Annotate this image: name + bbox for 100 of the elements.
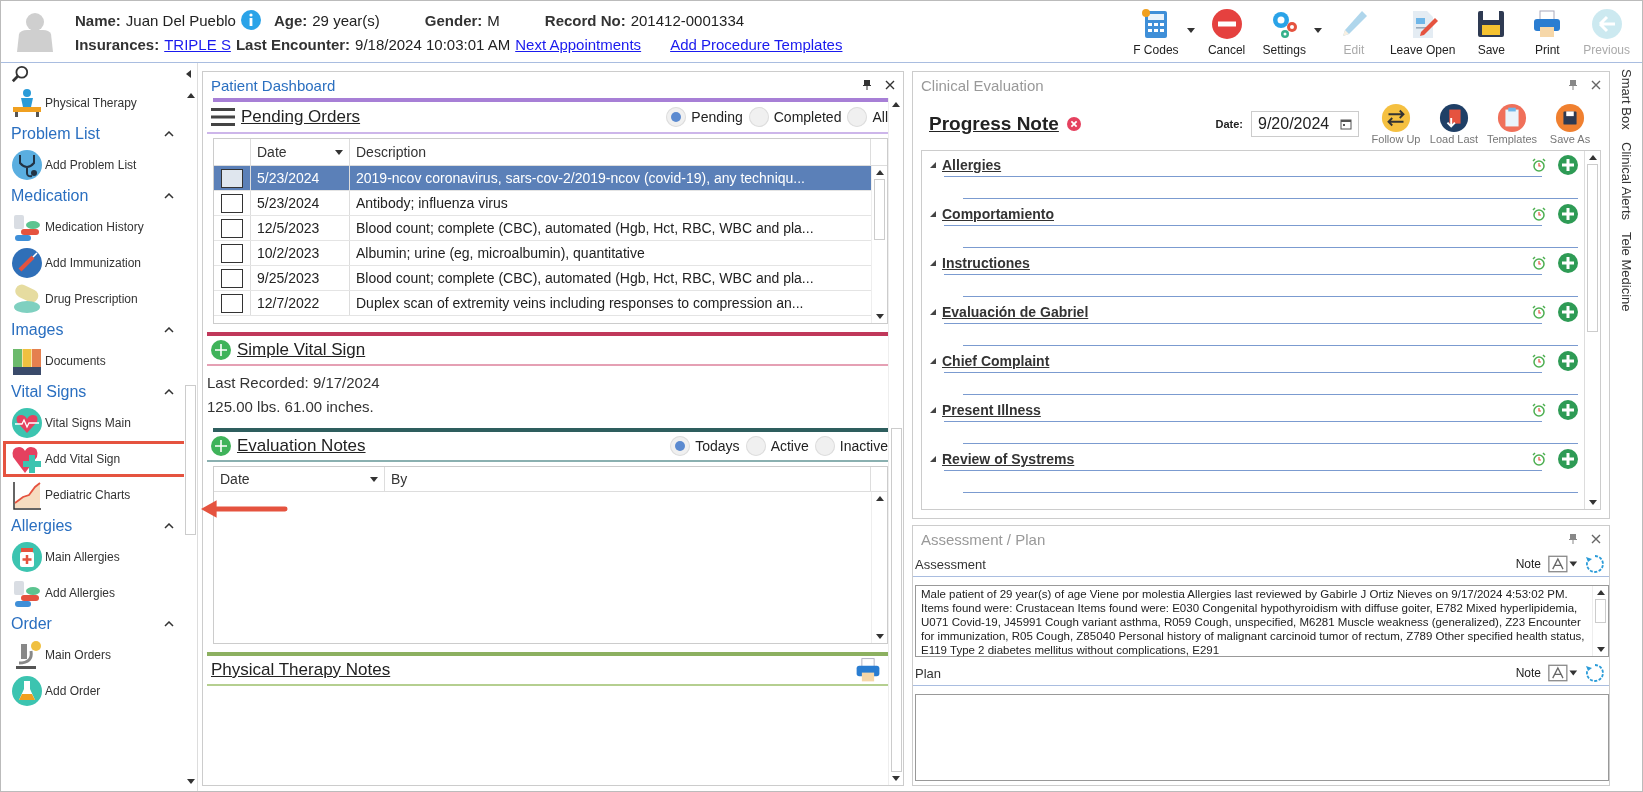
checkbox[interactable] xyxy=(221,268,243,288)
sidebar-item[interactable]: Documents xyxy=(3,343,184,379)
action-button[interactable]: Load Last xyxy=(1425,103,1483,145)
info-icon[interactable] xyxy=(240,10,261,30)
side-tab[interactable]: Clinical Alerts xyxy=(1618,141,1634,220)
alarm-clock-icon[interactable] xyxy=(1532,354,1546,368)
checkbox[interactable] xyxy=(221,168,243,188)
calendar-icon[interactable] xyxy=(1340,118,1352,130)
expander-icon[interactable] xyxy=(930,456,936,462)
toolbar-button[interactable]: Print xyxy=(1519,7,1576,61)
expander-icon[interactable] xyxy=(930,309,936,315)
header-link[interactable]: Add Procedure Templates xyxy=(670,36,843,53)
add-icon[interactable] xyxy=(1558,400,1578,420)
section-title[interactable]: Pending Orders xyxy=(241,107,361,127)
pin-icon[interactable] xyxy=(863,80,871,90)
expander-icon[interactable] xyxy=(930,407,936,413)
scroll-up-icon[interactable] xyxy=(892,102,900,107)
insurance-link[interactable]: TRIPLE S xyxy=(164,36,231,53)
search-icon[interactable] xyxy=(11,65,29,83)
section-title[interactable]: Review of Systrems xyxy=(942,451,1075,467)
scroll-down-icon[interactable] xyxy=(1588,500,1597,505)
scroll-up-icon[interactable] xyxy=(1588,155,1597,160)
scroll-thumb[interactable] xyxy=(1595,599,1606,623)
order-row[interactable]: 9/25/2023 Blood count; complete (CBC), automated (Hgb, Hct, RBC, WBC and pla... xyxy=(214,266,871,291)
chevron-icon[interactable] xyxy=(164,193,174,199)
section-title[interactable]: Simple Vital Sign xyxy=(237,340,366,360)
order-row[interactable]: 12/7/2022 Duplex scan of extremity veins including responses to compression an... xyxy=(214,291,871,316)
chevron-icon[interactable] xyxy=(164,621,174,627)
add-icon[interactable] xyxy=(211,436,231,456)
header-link[interactable]: Next Appointments xyxy=(515,36,642,53)
alarm-clock-icon[interactable] xyxy=(1532,207,1546,221)
sidebar-item[interactable]: Add Allergies xyxy=(3,575,184,611)
add-icon[interactable] xyxy=(1558,155,1578,175)
scroll-down-icon[interactable] xyxy=(892,776,900,781)
checkbox[interactable] xyxy=(221,293,243,313)
checkbox[interactable] xyxy=(221,193,243,213)
side-tab[interactable]: Smart Box xyxy=(1618,69,1634,130)
section-title[interactable]: Chief Complaint xyxy=(942,353,1050,369)
expander-icon[interactable] xyxy=(930,211,936,217)
sidebar-item[interactable]: Medication History xyxy=(3,209,184,245)
section-title[interactable]: Evaluación de Gabriel xyxy=(942,304,1089,320)
column-header[interactable]: Date xyxy=(251,139,335,165)
section-title[interactable]: Instructiones xyxy=(942,255,1030,271)
sort-caret-icon[interactable] xyxy=(370,476,378,482)
alarm-clock-icon[interactable] xyxy=(1532,403,1546,417)
side-tab[interactable]: Tele Medicine xyxy=(1618,231,1634,312)
order-row[interactable]: 5/23/2024 Antibody; influenza virus xyxy=(214,191,871,216)
order-row[interactable]: 12/5/2023 Blood count; complete (CBC), automated (Hgb, Hct, RBC, WBC and pla... xyxy=(214,216,871,241)
alarm-clock-icon[interactable] xyxy=(1532,256,1546,270)
sidebar-item[interactable]: Vital Signs Main xyxy=(3,405,184,441)
add-icon[interactable] xyxy=(1558,449,1578,469)
sidebar-item[interactable]: Add Problem List xyxy=(3,147,184,183)
dropdown-caret-icon[interactable] xyxy=(1186,27,1195,33)
chevron-icon[interactable] xyxy=(164,389,174,395)
section-title[interactable]: Allergies xyxy=(942,157,1002,173)
scroll-down-icon[interactable] xyxy=(186,779,195,784)
toolbar-button[interactable]: Cancel xyxy=(1198,7,1255,61)
add-icon[interactable] xyxy=(1558,302,1578,322)
collapse-caret-icon[interactable] xyxy=(186,70,191,78)
add-icon[interactable] xyxy=(1558,351,1578,371)
remove-icon[interactable] xyxy=(1066,117,1081,131)
refresh-icon[interactable] xyxy=(1585,554,1605,574)
action-button[interactable]: Follow Up xyxy=(1367,103,1425,145)
sidebar-item[interactable]: Main Orders xyxy=(3,637,184,673)
scroll-thumb[interactable] xyxy=(874,179,885,240)
filter-radio[interactable]: Todays xyxy=(670,436,740,456)
alarm-clock-icon[interactable] xyxy=(1532,158,1546,172)
print-icon[interactable] xyxy=(854,656,882,684)
add-icon[interactable] xyxy=(1558,253,1578,273)
section-title[interactable]: Evaluation Notes xyxy=(237,436,366,456)
chevron-icon[interactable] xyxy=(164,327,174,333)
close-icon[interactable] xyxy=(1591,80,1601,90)
close-icon[interactable] xyxy=(885,80,895,90)
sidebar-item[interactable]: Add Immunization xyxy=(3,245,184,281)
sidebar-item[interactable]: Add Order xyxy=(3,673,184,709)
toolbar-button[interactable]: Leave Open xyxy=(1381,7,1464,61)
section-title[interactable]: Comportamiento xyxy=(942,206,1054,222)
close-icon[interactable] xyxy=(1591,534,1601,544)
order-row[interactable]: 10/2/2023 Albumin; urine (eg, microalbumin), quantitative xyxy=(214,241,871,266)
scroll-up-icon[interactable] xyxy=(875,170,884,175)
checkbox[interactable] xyxy=(221,218,243,238)
section-title[interactable]: Present Illness xyxy=(942,402,1041,418)
section-title[interactable]: Physical Therapy Notes xyxy=(211,660,391,680)
format-dropdown[interactable] xyxy=(1547,664,1579,682)
scroll-thumb[interactable] xyxy=(1587,164,1598,332)
scroll-up-icon[interactable] xyxy=(875,496,884,501)
filter-radio[interactable]: Completed xyxy=(748,107,842,127)
scroll-thumb[interactable] xyxy=(890,428,902,772)
column-header[interactable]: Description xyxy=(349,139,870,165)
sidebar-item[interactable]: Pediatric Charts xyxy=(3,477,184,513)
scroll-down-icon[interactable] xyxy=(875,314,884,319)
format-dropdown[interactable] xyxy=(1547,555,1579,573)
scroll-thumb[interactable] xyxy=(185,384,196,535)
dropdown-caret-icon[interactable] xyxy=(1313,27,1322,33)
chevron-icon[interactable] xyxy=(164,131,174,137)
scroll-up-icon[interactable] xyxy=(186,93,195,98)
sidebar-item[interactable]: Physical Therapy xyxy=(3,85,184,121)
add-icon[interactable] xyxy=(211,340,231,360)
scroll-down-icon[interactable] xyxy=(1596,647,1605,652)
toolbar-button[interactable]: Save xyxy=(1463,7,1520,61)
